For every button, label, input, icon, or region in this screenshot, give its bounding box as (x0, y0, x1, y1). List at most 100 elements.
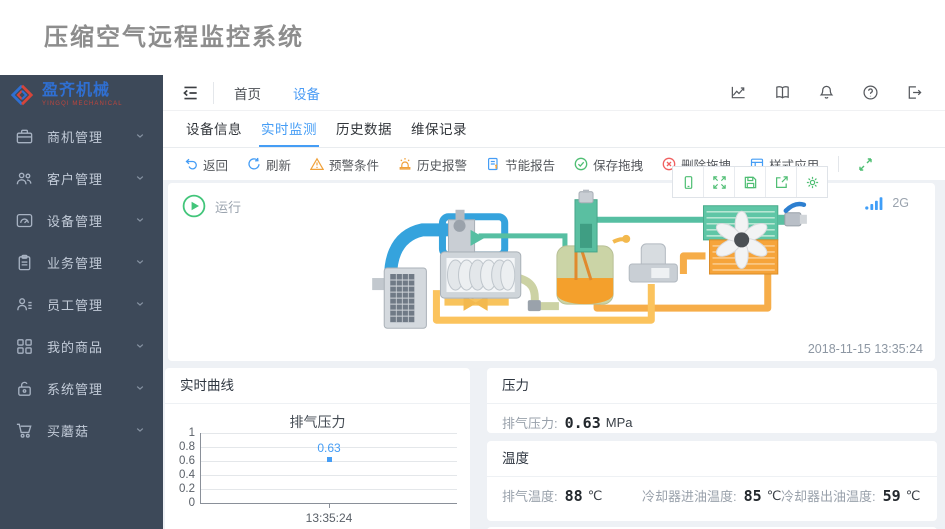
help-icon[interactable] (862, 84, 879, 101)
settings-button[interactable] (797, 167, 827, 197)
trend-chart-icon[interactable] (730, 84, 747, 101)
save-button[interactable] (735, 167, 766, 197)
x-tick-label: 13:35:24 (305, 511, 353, 525)
sidebar-item-my-products[interactable]: 我的商品 (0, 325, 163, 367)
pressure-panel: 压力 排气压力: 0.63 MPa (487, 368, 937, 433)
header-icons (730, 84, 923, 101)
y-tick: 0.8 (179, 441, 195, 453)
employee-icon (17, 297, 32, 310)
button-label: 保存拖拽 (593, 158, 644, 173)
logo-name: 盈齐机械 (42, 81, 111, 99)
device-gauge-icon (16, 213, 33, 227)
sidebar-item-business[interactable]: 业务管理 (0, 241, 163, 283)
compressor-schematic (372, 189, 807, 329)
y-tick: 0.4 (179, 469, 195, 481)
chevron-down-icon (136, 386, 144, 390)
button-label: 历史报警 (417, 158, 468, 173)
temperature-panel: 温度 排气温度: 88 ℃ 冷却器进油温度: 85 ℃ 冷却器出油温度: 59 … (487, 441, 937, 521)
breadcrumb-current[interactable]: 设备 (293, 83, 320, 103)
sidebar-item-device[interactable]: 设备管理 (0, 199, 163, 241)
sidebar: 盈齐机械 YINGQI MECHANICAL 商机管理 客户管理 设备管理 业务… (0, 75, 163, 529)
tab-device-info[interactable]: 设备信息 (184, 118, 244, 147)
tab-maintenance-record[interactable]: 维保记录 (409, 118, 469, 147)
chevron-down-icon (136, 344, 144, 348)
customers-icon (16, 172, 32, 184)
export-button[interactable] (766, 167, 797, 197)
sidebar-item-label: 商机管理 (47, 129, 104, 145)
sidebar-item-customer[interactable]: 客户管理 (0, 157, 163, 199)
reading-unit: ℃ (905, 487, 921, 503)
page-title: 压缩空气远程监控系统 (44, 24, 304, 51)
last-update-timestamp: 2018-11-15 13:35:24 (807, 342, 923, 356)
chevron-down-icon (136, 428, 144, 432)
sidebar-item-label: 设备管理 (47, 213, 104, 229)
chevron-down-icon (136, 260, 144, 264)
sidebar-item-employee[interactable]: 员工管理 (0, 283, 163, 325)
bell-icon[interactable] (818, 84, 835, 101)
back-button[interactable]: 返回 (184, 155, 228, 174)
data-point-label: 0.63 (317, 441, 341, 455)
realtime-curve-panel: 实时曲线 排气压力 1 0.8 0.6 0.4 0.2 0 0.63 13:35… (165, 368, 470, 529)
reading-label: 冷却器出油温度: (781, 489, 876, 504)
energy-report-button[interactable]: 节能报告 (486, 155, 555, 174)
reading-value: 59 (882, 486, 901, 505)
tab-history-data[interactable]: 历史数据 (334, 118, 394, 147)
sidebar-item-buy-mushroom[interactable]: 买蘑菇 (0, 409, 163, 451)
reading-label: 排气温度: (502, 489, 558, 504)
sidebar-item-label: 业务管理 (47, 255, 104, 271)
signal-bars-icon (865, 197, 883, 210)
refresh-icon (248, 157, 260, 170)
reading-value: 85 (743, 486, 762, 505)
header-divider (213, 81, 214, 104)
mobile-preview-button[interactable] (673, 167, 704, 197)
canvas-floating-toolbar (672, 166, 828, 198)
warning-icon (310, 157, 325, 170)
briefcase-icon (16, 129, 33, 143)
book-icon[interactable] (774, 84, 791, 101)
sidebar-item-business-opportunity[interactable]: 商机管理 (0, 115, 163, 157)
expand-arrows-icon[interactable] (858, 157, 873, 172)
sidebar-item-label: 买蘑菇 (47, 423, 90, 439)
cooler-oil-inlet-temp-reading: 冷却器进油温度: 85 ℃ (642, 486, 781, 505)
run-status: 运行 (182, 194, 241, 218)
tab-realtime-monitor[interactable]: 实时监测 (259, 118, 319, 147)
save-icon (744, 176, 756, 188)
panel-title: 温度 (487, 441, 937, 477)
chart-plot-area: 0.63 13:35:24 (200, 433, 457, 525)
lock-icon (18, 381, 31, 396)
export-icon (775, 175, 788, 188)
reading-unit: ℃ (587, 487, 603, 503)
reading-label: 排气压力: (502, 416, 558, 431)
play-icon[interactable] (182, 194, 206, 218)
report-icon (488, 157, 498, 171)
alert-condition-button[interactable]: 预警条件 (310, 155, 379, 174)
button-label: 返回 (203, 158, 229, 173)
check-circle-icon (574, 157, 588, 171)
fullscreen-button[interactable] (704, 167, 735, 197)
breadcrumb-home[interactable]: 首页 (234, 83, 261, 103)
data-point (327, 457, 332, 462)
gear-icon (806, 176, 818, 188)
title-bar: 压缩空气远程监控系统 (0, 0, 945, 75)
y-tick: 1 (188, 427, 195, 439)
refresh-button[interactable]: 刷新 (247, 155, 291, 174)
reading-label: 冷却器进油温度: (642, 489, 737, 504)
button-label: 节能报告 (505, 158, 556, 173)
logout-icon[interactable] (906, 84, 923, 101)
network-type-label: 2G (892, 196, 909, 210)
panel-title: 实时曲线 (165, 368, 470, 404)
sidebar-item-system[interactable]: 系统管理 (0, 367, 163, 409)
logo-subtitle: YINGQI MECHANICAL (42, 101, 123, 108)
compressed-air-monitoring-app: 压缩空气远程监控系统 盈齐机械 YINGQI MECHANICAL 商机管理 客… (0, 0, 945, 529)
y-tick: 0.6 (179, 455, 195, 467)
collapse-sidebar-icon[interactable] (180, 83, 200, 103)
clipboard-icon (18, 254, 31, 270)
chevron-down-icon (136, 302, 144, 306)
save-drag-button[interactable]: 保存拖拽 (574, 155, 643, 174)
alarm-history-button[interactable]: 历史报警 (398, 155, 467, 174)
toolbar-divider (838, 156, 840, 172)
sidebar-item-label: 客户管理 (47, 171, 104, 187)
fullscreen-icon (712, 175, 726, 189)
sidebar-item-label: 系统管理 (47, 381, 104, 397)
button-label: 刷新 (266, 158, 292, 173)
